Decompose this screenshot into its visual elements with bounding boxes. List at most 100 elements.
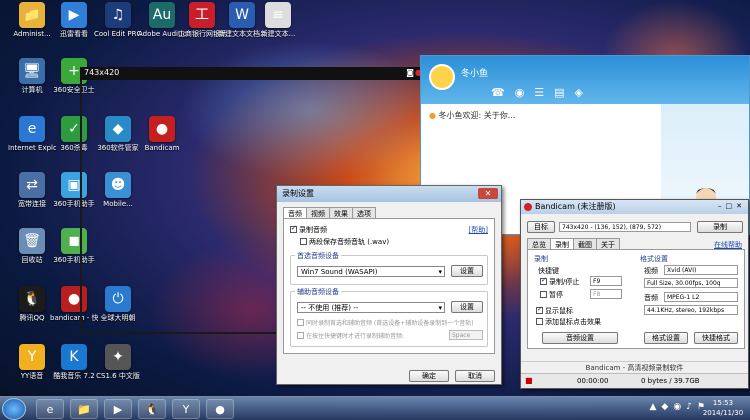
qq-taskbar-icon[interactable]: 🐧 <box>138 399 166 419</box>
checkbox-empty-icon[interactable] <box>300 238 307 245</box>
record-button[interactable]: 录制 <box>697 221 743 233</box>
secondary-device-group-title: 辅助音频设备 <box>295 287 341 297</box>
close-icon[interactable]: ✕ <box>478 188 498 199</box>
desktop-shortcut[interactable]: ▶ 迅雷看看 <box>50 2 98 38</box>
desktop-shortcut-label: Cool Edit PRO <box>94 30 142 38</box>
main-device-settings-button[interactable]: 设置 <box>451 265 483 277</box>
desktop-shortcut-label: 计算机 <box>21 86 43 94</box>
pause-label: 暂停 <box>549 291 563 299</box>
desktop-shortcut-label: YY语音 <box>20 372 44 380</box>
ie-taskbar-icon[interactable]: e <box>36 399 64 419</box>
record-stop-label: 录制/停止 <box>549 278 580 286</box>
checkbox-checked-icon[interactable] <box>540 276 547 285</box>
audio-settings-panel: 录制音频 [帮助] 两段保存音频音轨 (.wav) 首选音频设备 Win7 So… <box>283 218 495 354</box>
hotkey-audio-checkbox[interactable]: 在按住快捷键时才进行录制辅助音频: <box>297 331 404 340</box>
window-controls[interactable]: –□✕ <box>718 202 746 210</box>
hotkey-field[interactable]: Space <box>449 330 483 340</box>
bandicam-title-bar[interactable]: Bandicam (未注册版) –□✕ <box>521 200 748 214</box>
text-doc-icon: ≡ <box>265 2 291 28</box>
taskbar: e 📁 ▶ 🐧 Y ● ▲◆◉♪⚑ 15:53 2014/11/30 <box>0 396 750 420</box>
record-settings-dialog[interactable]: 录制设置 ✕ 音频视频效果选项 录制音频 [帮助] 两段保存音频音轨 (.wav… <box>276 185 502 385</box>
qq-chat-header: 冬小鱼 ☎◉☰▤◈ <box>421 56 749 104</box>
clock-date: 2014/11/30 <box>702 409 744 417</box>
yy-icon: Y <box>19 344 45 370</box>
record-stop-checkbox[interactable]: 录制/停止 <box>540 276 580 287</box>
desktop-shortcut[interactable]: 🐧 腾讯QQ <box>8 286 56 322</box>
bandicam-record-panel: 录制 快捷键 录制/停止 F9 暂停 F8 显示鼠标 添加鼠标点击效果 音频设置… <box>527 249 745 349</box>
record-audio-checkbox[interactable]: 录制音频 <box>290 224 327 235</box>
main-device-group: 首选音频设备 Win7 Sound (WASAPI) 设置 <box>290 251 488 285</box>
record-group-title: 录制 <box>534 255 548 263</box>
two-track-checkbox[interactable]: 两段保存音频音轨 (.wav) <box>300 237 389 247</box>
pause-checkbox[interactable]: 暂停 <box>540 290 563 300</box>
cool-edit-icon: ♫ <box>105 2 131 28</box>
help-link[interactable]: [帮助] <box>469 225 488 235</box>
record-hotkey-field[interactable]: F9 <box>590 276 622 286</box>
audio-settings-button[interactable]: 音频设置 <box>542 332 618 344</box>
target-value-field: 743x420 - (136, 152), (879, 572) <box>559 222 691 232</box>
qq-toolbar[interactable]: ☎◉☰▤◈ <box>491 86 593 99</box>
bandicam-logo-icon <box>524 203 532 211</box>
secondary-device-select[interactable]: -- 不使用 (推荐) -- <box>297 302 445 313</box>
dialog-title-bar[interactable]: 录制设置 ✕ <box>277 186 501 202</box>
audio-format-field: MPEG-1 L2 <box>664 292 738 302</box>
recording-target-bar[interactable]: 743x420 ◙ REC <box>80 67 458 80</box>
checkbox-disabled-icon[interactable] <box>297 319 304 326</box>
media-taskbar-icon[interactable]: ▶ <box>104 399 132 419</box>
dialog-title: 录制设置 <box>282 189 314 198</box>
checkbox-checked-icon[interactable] <box>536 305 543 314</box>
secondary-device-group: 辅助音频设备 -- 不使用 (推荐) -- 设置 同时录制首选和辅助音频 (首选… <box>290 287 488 347</box>
video-format-label: 视频 <box>644 267 658 275</box>
desktop-shortcut[interactable]: e Internet Explorer <box>8 116 56 152</box>
format-settings-button[interactable]: 格式设置 <box>644 332 688 344</box>
xunlei-icon: ▶ <box>61 2 87 28</box>
desktop-shortcut[interactable]: 📁 Administ... <box>8 2 56 38</box>
bandicam-window[interactable]: Bandicam (未注册版) –□✕ 目标 743x420 - (136, 1… <box>520 199 749 389</box>
desktop-shortcut[interactable]: 🗑 回收站 <box>8 228 56 264</box>
desktop-shortcut[interactable]: 🖥 计算机 <box>8 58 56 94</box>
checkbox-empty-icon[interactable] <box>540 291 547 298</box>
camera-icon[interactable]: ◙ <box>406 68 414 77</box>
hotkey-audio-label: 在按住快捷键时才进行录制辅助音频: <box>306 333 405 340</box>
mix-audio-checkbox[interactable]: 同时录制首选和辅助音频 (首选设备+辅助设备录制到一个音轨) <box>297 318 485 327</box>
mix-audio-label: 同时录制首选和辅助音频 (首选设备+辅助设备录制到一个音轨) <box>306 320 474 327</box>
clock[interactable]: 15:53 2014/11/30 <box>700 398 746 418</box>
desktop-shortcut-label: 宽带连接 <box>18 200 46 208</box>
record-size: 0 bytes / 39.7GB <box>641 377 700 385</box>
desktop-shortcut[interactable]: ♫ Cool Edit PRO <box>94 2 142 38</box>
target-button[interactable]: 目标 <box>527 221 555 233</box>
checkbox-disabled-icon[interactable] <box>297 332 304 339</box>
yy-taskbar-icon[interactable]: Y <box>172 399 200 419</box>
folder-taskbar-icon[interactable]: 📁 <box>70 399 98 419</box>
desktop-shortcut[interactable]: Y YY语音 <box>8 344 56 380</box>
bandicam-title: Bandicam (未注册版) <box>535 202 616 211</box>
quick-format-button[interactable]: 快捷格式 <box>694 332 738 344</box>
desktop-shortcut[interactable]: K 酷我音乐 7.2 <box>50 344 98 380</box>
desktop-shortcut[interactable]: ≡ 新建文本... <box>254 2 302 38</box>
desktop-shortcut-label: 新建文本... <box>260 30 296 38</box>
main-device-select[interactable]: Win7 Sound (WASAPI) <box>297 266 445 277</box>
bandicam-taskbar-icon[interactable]: ● <box>206 399 234 419</box>
video-format-field: Xvid (AVI) <box>664 265 738 275</box>
icbc-icon: 工 <box>189 2 215 28</box>
pause-hotkey-field[interactable]: F8 <box>590 289 622 299</box>
click-effect-checkbox[interactable]: 添加鼠标点击效果 <box>536 317 601 327</box>
bandicam-target-row: 目标 743x420 - (136, 152), (879, 572) 录制 <box>527 220 745 234</box>
desktop-shortcut[interactable]: ✦ CS1.6 中文版 <box>94 344 142 380</box>
checkbox-checked-icon[interactable] <box>290 224 297 233</box>
checkbox-empty-icon[interactable] <box>536 318 543 325</box>
secondary-device-settings-button[interactable]: 设置 <box>451 301 483 313</box>
start-button[interactable] <box>2 398 26 420</box>
qq-notice-text: 冬小鱼欢迎: 关于你... <box>429 110 516 121</box>
desktop-shortcut-label: 腾讯QQ <box>19 314 45 322</box>
ok-button[interactable]: 确定 <box>409 370 449 382</box>
show-cursor-label: 显示鼠标 <box>545 307 573 315</box>
cancel-button[interactable]: 取消 <box>455 370 495 382</box>
desktop-shortcut-label: CS1.6 中文版 <box>96 372 140 380</box>
show-cursor-checkbox[interactable]: 显示鼠标 <box>536 305 573 316</box>
desktop-shortcut[interactable]: ⇄ 宽带连接 <box>8 172 56 208</box>
cs-icon: ✦ <box>105 344 131 370</box>
qq-icon: 🐧 <box>19 286 45 312</box>
avatar[interactable] <box>429 64 455 90</box>
network-icon: ⇄ <box>19 172 45 198</box>
